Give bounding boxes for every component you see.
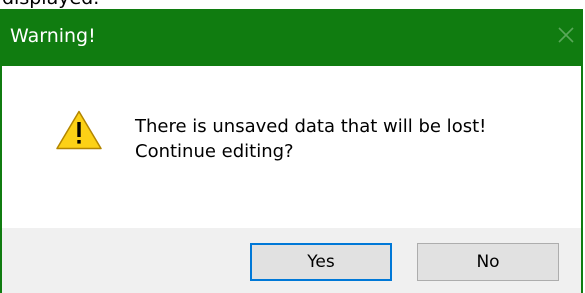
dialog-title: Warning! xyxy=(10,25,96,47)
no-button[interactable]: No xyxy=(417,243,559,281)
dialog-content: There is unsaved data that will be lost!… xyxy=(2,66,581,228)
close-icon[interactable] xyxy=(553,22,579,48)
button-bar: Yes No xyxy=(2,228,581,293)
message-line-1: There is unsaved data that will be lost! xyxy=(135,116,487,137)
background-text: displayed. xyxy=(2,0,99,8)
message-line-2: Continue editing? xyxy=(135,141,294,162)
warning-dialog: Warning! There is unsaved data that will… xyxy=(0,9,583,293)
close-icon-glyph xyxy=(558,27,574,43)
yes-button[interactable]: Yes xyxy=(250,243,392,281)
warning-triangle-icon xyxy=(56,110,102,150)
dialog-message: There is unsaved data that will be lost!… xyxy=(135,114,555,164)
title-bar[interactable]: Warning! xyxy=(0,9,583,66)
